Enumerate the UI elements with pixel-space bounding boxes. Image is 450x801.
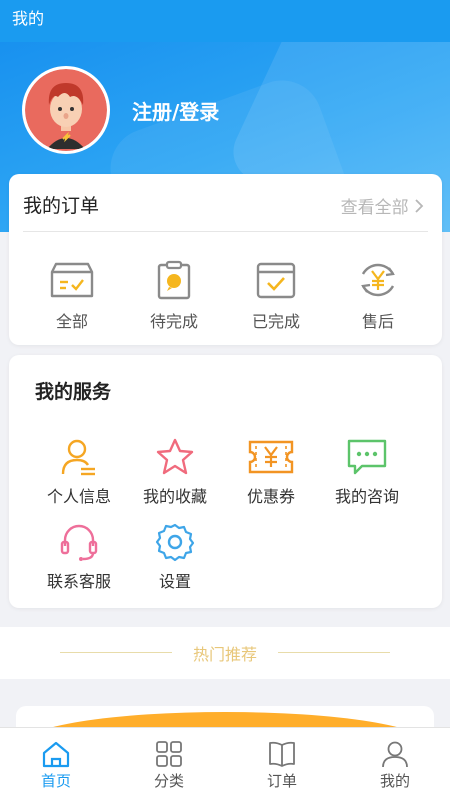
view-all-label: 查看全部 bbox=[340, 198, 409, 218]
hot-recommend-header: 热门推荐 bbox=[0, 627, 450, 679]
tab-category-label: 分类 bbox=[153, 772, 184, 790]
page-title: 我的 bbox=[12, 9, 45, 28]
service-coupons-label: 优惠券 bbox=[246, 487, 295, 506]
book-icon bbox=[269, 741, 295, 767]
status-bar: 我的 bbox=[0, 0, 450, 42]
view-all-orders-link[interactable]: 查看全部 bbox=[341, 193, 424, 218]
tab-home-label: 首页 bbox=[40, 772, 71, 790]
coupon-icon bbox=[248, 440, 294, 474]
gear-icon bbox=[155, 523, 195, 562]
service-customer-support[interactable]: 联系客服 bbox=[29, 522, 129, 592]
order-after-sale-label: 售后 bbox=[361, 312, 394, 331]
service-settings[interactable]: 设置 bbox=[125, 522, 225, 592]
services-title: 我的服务 bbox=[35, 381, 112, 403]
service-coupons[interactable]: 优惠券 bbox=[221, 437, 321, 507]
order-all[interactable]: 全部 bbox=[22, 260, 122, 332]
service-inquiries[interactable]: 我的咨询 bbox=[317, 437, 417, 507]
tab-home[interactable]: 首页 bbox=[16, 740, 96, 791]
service-inquiries-label: 我的咨询 bbox=[334, 487, 399, 506]
services-card: 我的服务 个人信息 我的收藏 优惠券 我的咨询 联系客服 设置 bbox=[9, 355, 442, 608]
orders-card: 我的订单 查看全部 全部 待完成 已完成 售后 bbox=[9, 174, 442, 345]
order-all-label: 全部 bbox=[55, 312, 88, 331]
tab-mine-label: 我的 bbox=[379, 772, 410, 790]
service-customer-support-label: 联系客服 bbox=[46, 572, 111, 591]
order-after-sale[interactable]: 售后 bbox=[328, 260, 428, 332]
grid-icon bbox=[156, 741, 182, 767]
order-pending-label: 待完成 bbox=[149, 312, 198, 331]
user-icon bbox=[61, 439, 95, 476]
person-icon bbox=[382, 741, 408, 768]
bottom-tab-bar: 首页 分类 订单 我的 bbox=[0, 727, 450, 801]
chevron-right-icon bbox=[414, 198, 424, 218]
chat-icon bbox=[347, 439, 387, 475]
calendar-check-icon bbox=[256, 262, 296, 299]
hot-recommend-title: 热门推荐 bbox=[192, 645, 257, 664]
star-icon bbox=[156, 438, 194, 475]
service-profile[interactable]: 个人信息 bbox=[29, 437, 129, 507]
service-favorites[interactable]: 我的收藏 bbox=[125, 437, 225, 507]
service-settings-label: 设置 bbox=[158, 572, 191, 591]
headset-icon bbox=[60, 524, 98, 561]
service-favorites-label: 我的收藏 bbox=[142, 487, 207, 506]
divider bbox=[23, 231, 428, 232]
order-pending[interactable]: 待完成 bbox=[124, 260, 224, 332]
clipboard-chat-icon bbox=[157, 260, 191, 300]
avatar[interactable] bbox=[22, 66, 110, 154]
avatar-image bbox=[25, 69, 107, 151]
tab-mine[interactable]: 我的 bbox=[355, 740, 435, 791]
tab-orders[interactable]: 订单 bbox=[242, 740, 322, 791]
divider bbox=[278, 652, 390, 653]
orders-title: 我的订单 bbox=[23, 195, 100, 217]
yen-refresh-icon bbox=[361, 263, 395, 297]
home-icon bbox=[42, 741, 70, 768]
order-completed[interactable]: 已完成 bbox=[226, 260, 326, 332]
box-check-icon bbox=[50, 262, 94, 298]
login-register-link[interactable]: 注册/登录 bbox=[132, 96, 219, 125]
order-completed-label: 已完成 bbox=[251, 312, 300, 331]
tab-category[interactable]: 分类 bbox=[129, 740, 209, 791]
service-profile-label: 个人信息 bbox=[46, 487, 111, 506]
tab-orders-label: 订单 bbox=[266, 772, 297, 790]
